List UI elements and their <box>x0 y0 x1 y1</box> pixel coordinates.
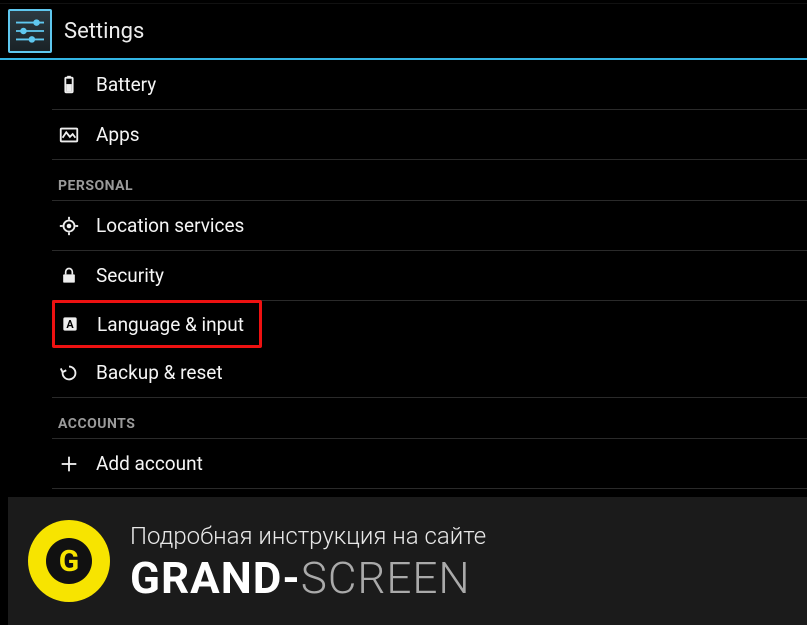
settings-list: Battery Apps PERSONAL Location services … <box>0 60 807 523</box>
settings-app-icon <box>8 9 52 53</box>
apps-icon <box>58 124 80 146</box>
language-icon: A <box>59 313 81 335</box>
settings-item-battery[interactable]: Battery <box>52 60 807 110</box>
watermark-text: Подробная инструкция на сайте GRAND-SCRE… <box>130 522 486 600</box>
settings-item-label: Language & input <box>97 313 244 336</box>
watermark-brand: GRAND-SCREEN <box>130 556 486 600</box>
settings-item-label: Location services <box>96 214 244 237</box>
watermark-logo-letter: G <box>46 538 92 584</box>
settings-item-language-input[interactable]: A Language & input <box>52 300 262 348</box>
watermark-banner: G Подробная инструкция на сайте GRAND-SC… <box>8 497 807 625</box>
action-bar: Settings <box>0 4 807 60</box>
settings-item-backup-reset[interactable]: Backup & reset <box>52 348 807 398</box>
settings-item-label: Security <box>96 264 164 287</box>
section-header-personal: PERSONAL <box>52 160 807 201</box>
section-header-accounts: ACCOUNTS <box>52 398 807 439</box>
settings-item-add-account[interactable]: Add account <box>52 439 807 489</box>
svg-text:A: A <box>66 318 74 331</box>
location-icon <box>58 215 80 237</box>
settings-item-apps[interactable]: Apps <box>52 110 807 160</box>
backup-icon <box>58 362 80 384</box>
settings-item-label: Add account <box>96 452 203 475</box>
settings-item-security[interactable]: Security <box>52 251 807 301</box>
settings-item-label: Apps <box>96 123 140 146</box>
plus-icon <box>58 453 80 475</box>
settings-item-location[interactable]: Location services <box>52 201 807 251</box>
page-title: Settings <box>64 19 144 44</box>
watermark-tagline: Подробная инструкция на сайте <box>130 522 486 550</box>
settings-item-label: Battery <box>96 73 156 96</box>
battery-icon <box>58 74 80 96</box>
settings-item-label: Backup & reset <box>96 361 223 384</box>
watermark-logo: G <box>28 520 110 602</box>
lock-icon <box>58 265 80 287</box>
